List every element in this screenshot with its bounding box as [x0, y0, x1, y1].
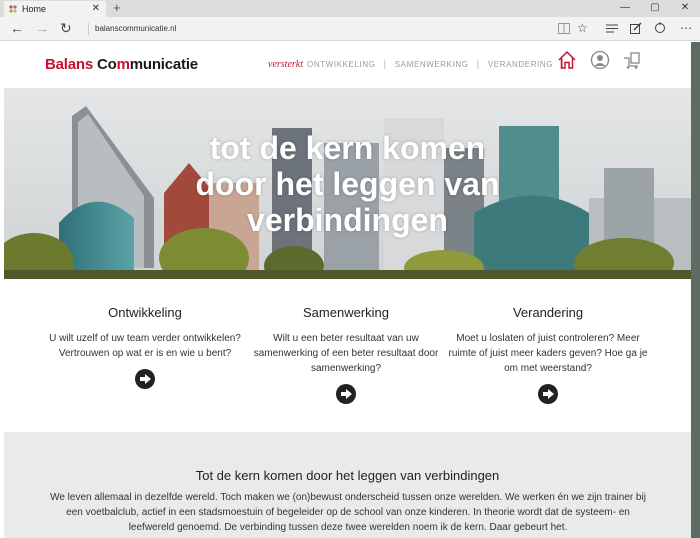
tab-home[interactable]: Home ✕: [4, 1, 106, 17]
column-samenwerking: Samenwerking Wilt u een beter resultaat …: [246, 305, 446, 404]
window-controls: — ▢ ✕: [610, 0, 700, 17]
nav-item-verandering[interactable]: VERANDERING: [488, 60, 553, 69]
back-icon[interactable]: ←: [10, 20, 24, 36]
column-title: Ontwikkeling: [108, 305, 182, 320]
arrow-right-icon[interactable]: [336, 384, 356, 404]
headline-line: door het leggen van: [195, 166, 500, 202]
column-title: Samenwerking: [303, 305, 389, 320]
column-verandering: Verandering Moet u loslaten of juist con…: [448, 305, 648, 404]
arrow-right-icon[interactable]: [135, 369, 155, 389]
intro-text: We leven allemaal in dezelfde wereld. To…: [50, 492, 646, 533]
hub-icon[interactable]: [606, 23, 618, 34]
column-ontwikkeling: Ontwikkeling U wilt uzelf of uw team ver…: [45, 305, 245, 389]
nav-separator: |: [383, 59, 387, 70]
tab-close-icon[interactable]: ✕: [92, 1, 100, 17]
tab-title: Home: [22, 4, 47, 14]
joomla-favicon-icon: [9, 5, 17, 13]
browser-window: Home ✕ + — ▢ ✕ ← → ↻ balanscommunicatie.…: [0, 0, 700, 538]
service-columns: Ontwikkeling U wilt uzelf of uw team ver…: [4, 279, 691, 432]
minimize-button[interactable]: —: [610, 0, 640, 17]
arrow-right-icon[interactable]: [538, 384, 558, 404]
column-text: Wilt u een beter resultaat van uw samenw…: [253, 333, 439, 374]
hero-banner: tot de kern komen door het leggen van ve…: [4, 88, 691, 279]
more-icon[interactable]: ⋯: [680, 21, 692, 35]
close-window-button[interactable]: ✕: [670, 0, 700, 17]
forward-icon[interactable]: →: [35, 20, 49, 36]
nav-tagline: versterkt: [268, 59, 303, 70]
share-icon[interactable]: [654, 22, 666, 34]
maximize-button[interactable]: ▢: [640, 0, 670, 17]
main-nav: versterkt ONTWIKKELING | SAMENWERKING | …: [268, 59, 572, 70]
cart-icon[interactable]: [622, 50, 642, 70]
desktop-background-edge: [691, 42, 700, 538]
column-text: Moet u loslaten of juist controleren? Me…: [448, 333, 648, 374]
intro-section: Tot de kern komen door het leggen van ve…: [4, 432, 691, 538]
nav-item-ontwikkeling[interactable]: ONTWIKKELING: [307, 60, 376, 69]
new-tab-button[interactable]: +: [113, 0, 121, 16]
address-bar[interactable]: balanscommunicatie.nl: [88, 23, 176, 35]
column-title: Verandering: [512, 305, 584, 320]
favorite-star-icon[interactable]: ☆: [577, 21, 588, 35]
nav-separator: |: [476, 59, 480, 70]
logo-part-1: Balans: [45, 56, 97, 73]
headline-line: verbindingen: [247, 202, 448, 238]
logo-part-3: m: [116, 56, 130, 73]
logo-part-2: Co: [96, 56, 117, 73]
user-icon[interactable]: [590, 50, 610, 70]
site-header: Balans Communicatie versterkt ONTWIKKELI…: [4, 42, 691, 88]
site-logo[interactable]: Balans Communicatie: [45, 56, 198, 73]
hero-headline: tot de kern komen door het leggen van ve…: [4, 130, 691, 238]
column-text: U wilt uzelf of uw team verder ontwikkel…: [49, 333, 241, 359]
refresh-icon[interactable]: ↻: [60, 20, 72, 36]
home-icon[interactable]: [557, 50, 577, 70]
nav-item-samenwerking[interactable]: SAMENWERKING: [395, 60, 469, 69]
address-toolbar: ← → ↻ balanscommunicatie.nl ☆ ⋯: [0, 17, 700, 41]
headline-line: tot de kern komen: [209, 130, 486, 166]
web-note-icon[interactable]: [630, 22, 642, 34]
logo-part-4: municatie: [129, 56, 198, 73]
reading-view-icon[interactable]: [558, 23, 570, 34]
web-page: Balans Communicatie versterkt ONTWIKKELI…: [4, 42, 691, 538]
intro-title: Tot de kern komen door het leggen van ve…: [195, 468, 500, 483]
tab-bar: Home ✕ + — ▢ ✕: [0, 0, 700, 17]
